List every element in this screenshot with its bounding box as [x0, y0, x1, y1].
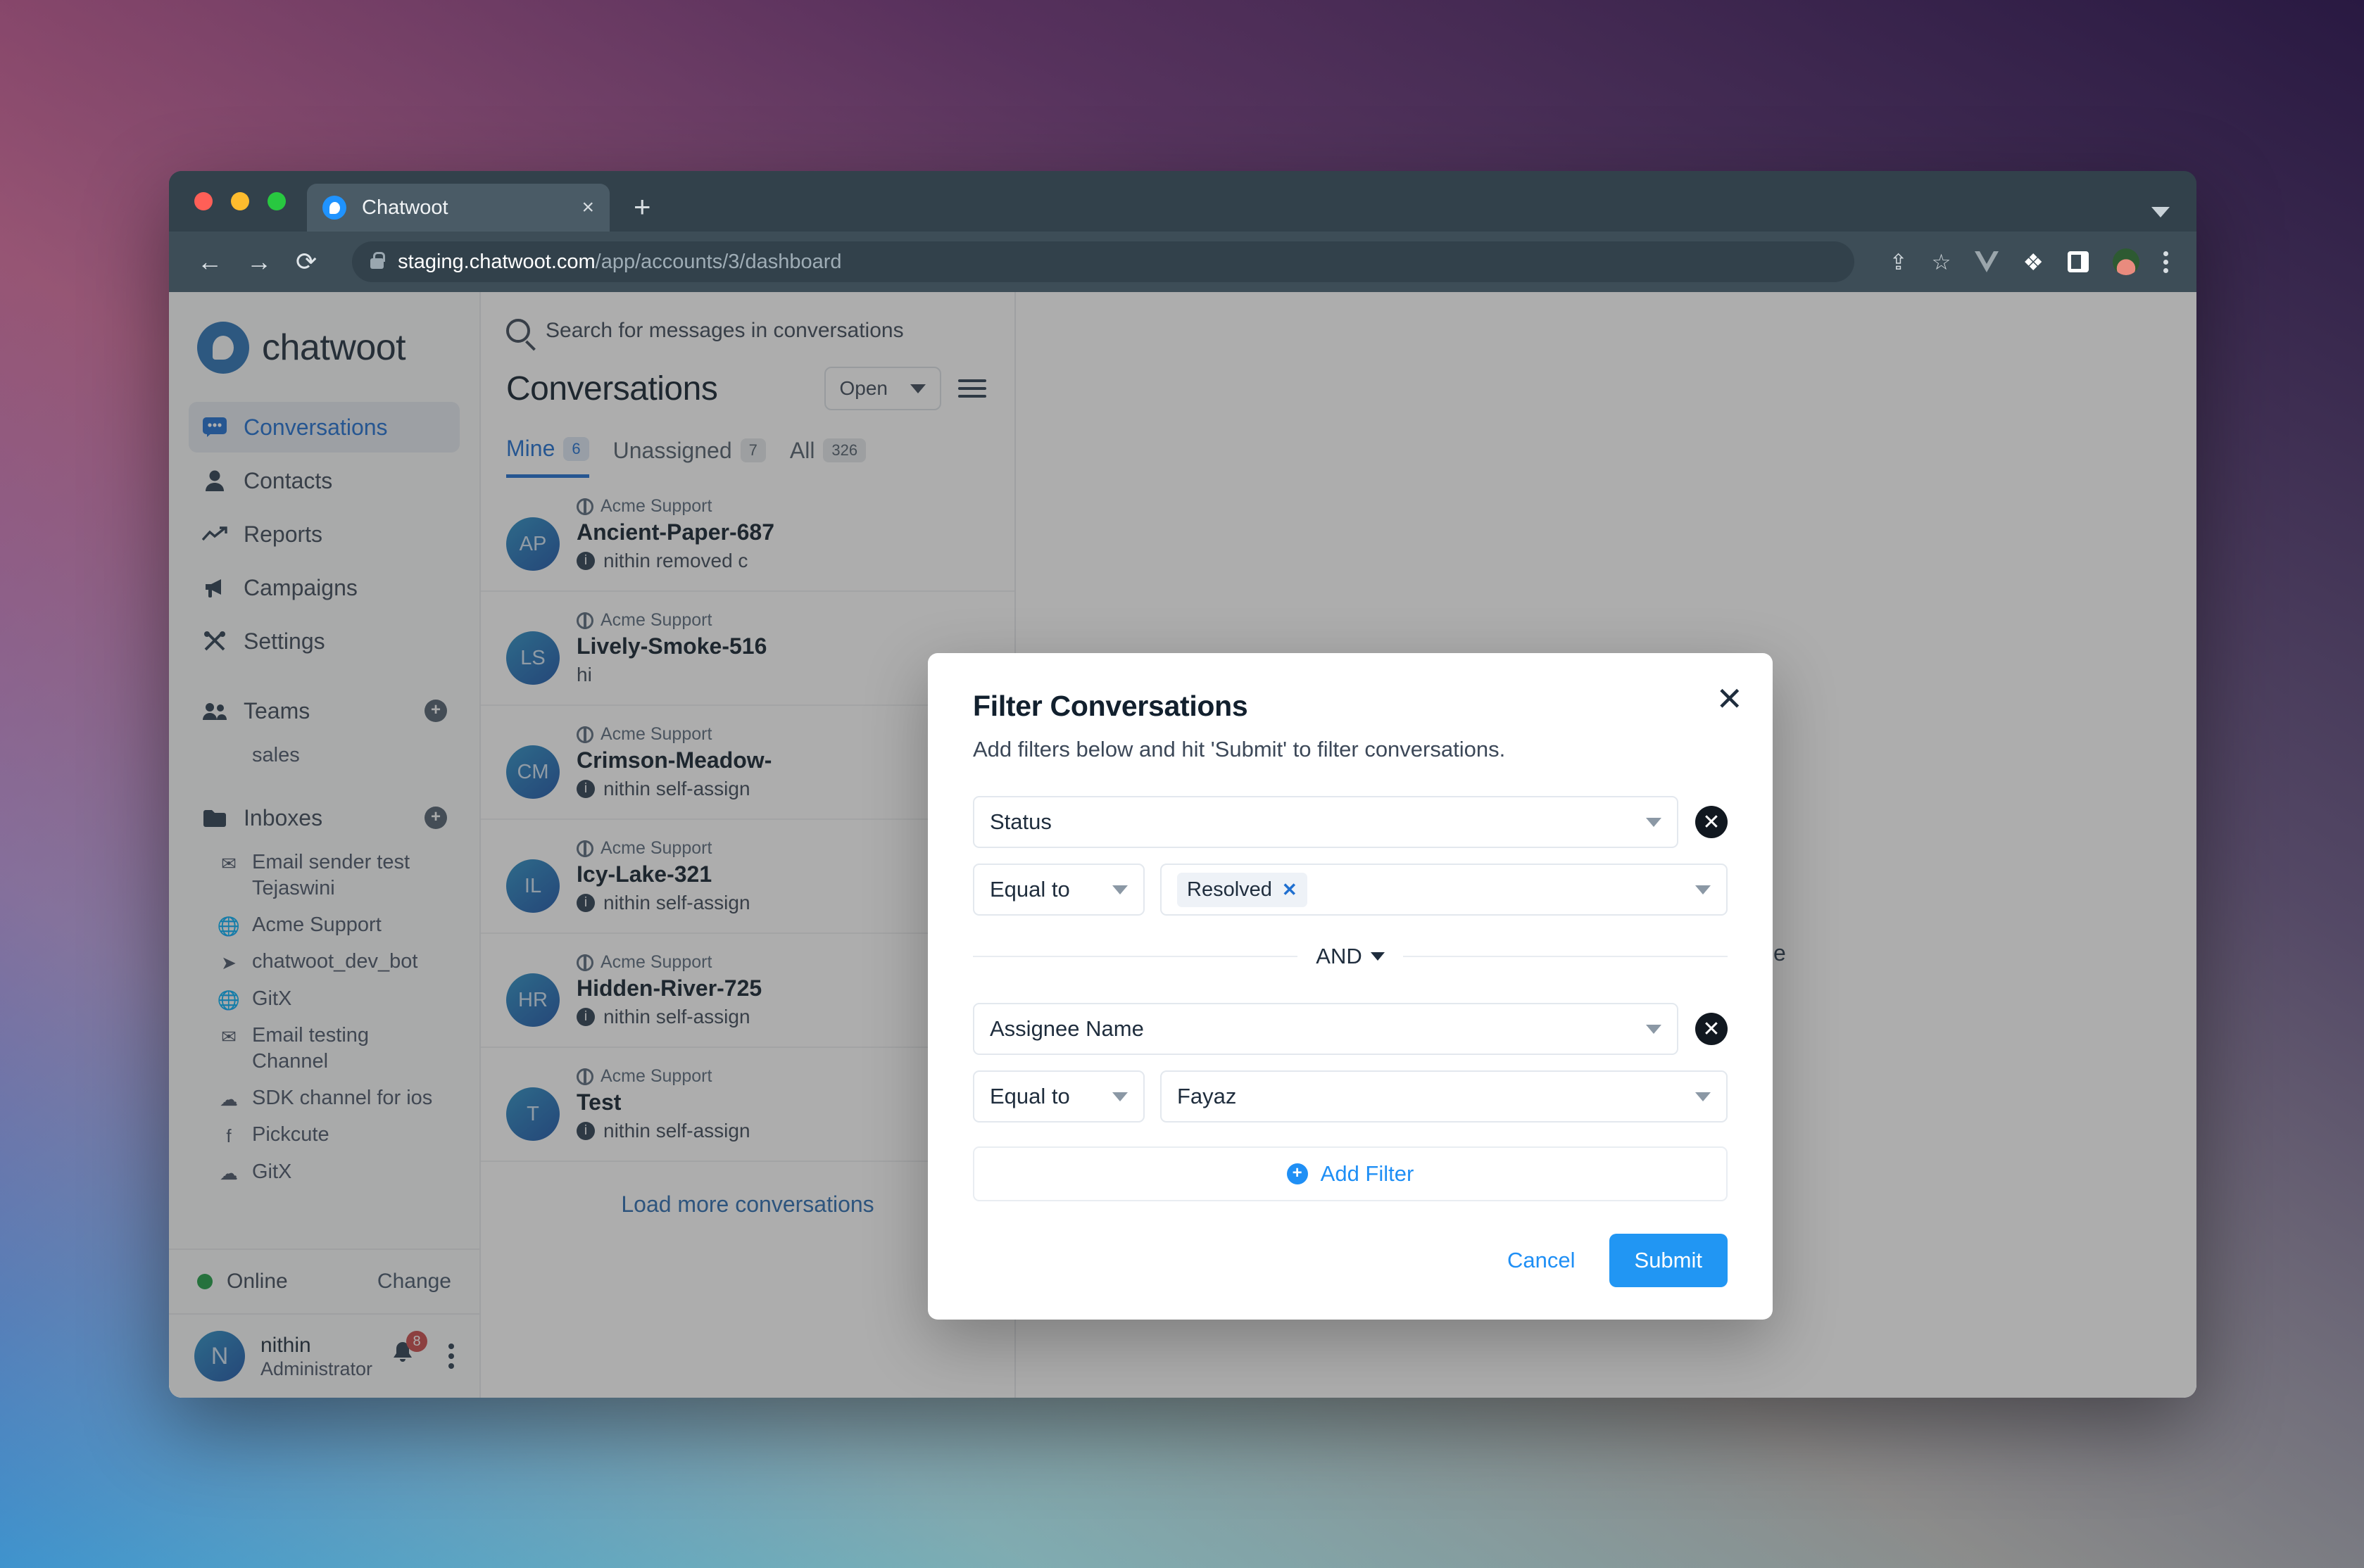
chevron-down-icon — [1695, 1092, 1711, 1101]
extensions-puzzle-icon[interactable]: ❖ — [2023, 248, 2044, 276]
filter-value-text: Fayaz — [1177, 1084, 1237, 1108]
chip-label: Resolved — [1187, 878, 1272, 901]
url-text: staging.chatwoot.com/app/accounts/3/dash… — [398, 251, 841, 274]
filter-value-chip: Resolved ✕ — [1177, 872, 1307, 907]
modal-actions: Cancel Submit — [973, 1234, 1728, 1287]
browser-window: Chatwoot × + ← → ⟳ staging.chatwoot.com/… — [169, 171, 2196, 1398]
close-icon[interactable]: ✕ — [1716, 683, 1743, 715]
add-filter-label: Add Filter — [1320, 1161, 1414, 1186]
filter-group-attribute-row: Status ✕ — [973, 796, 1728, 848]
lock-icon — [370, 252, 386, 269]
close-window-button[interactable] — [194, 192, 213, 210]
filter-value-multiselect[interactable]: Resolved ✕ — [1160, 864, 1728, 916]
maximize-window-button[interactable] — [268, 192, 286, 210]
bookmark-star-icon[interactable]: ☆ — [1932, 251, 1951, 273]
vue-devtools-icon[interactable] — [1975, 251, 1999, 272]
remove-filter-button[interactable]: ✕ — [1695, 806, 1728, 838]
conjunction-label: AND — [1316, 944, 1362, 968]
chevron-down-icon — [1112, 1092, 1128, 1101]
chatwoot-favicon — [322, 196, 346, 220]
filter-operator-value: Equal to — [990, 877, 1070, 902]
conjunction-select[interactable]: AND — [1316, 944, 1385, 969]
tab-title: Chatwoot — [362, 196, 448, 219]
filter-conjunction-row: AND — [973, 944, 1728, 969]
chip-remove-icon[interactable]: ✕ — [1282, 879, 1297, 901]
remove-filter-button[interactable]: ✕ — [1695, 1013, 1728, 1045]
filter-operator-select[interactable]: Equal to — [973, 1070, 1145, 1123]
submit-button[interactable]: Submit — [1609, 1234, 1728, 1287]
chevron-down-icon — [1112, 885, 1128, 894]
chevron-down-icon — [1646, 1024, 1661, 1034]
filter-attribute-select[interactable]: Status — [973, 796, 1678, 848]
modal-subtitle: Add filters below and hit 'Submit' to fi… — [973, 737, 1506, 761]
profile-avatar[interactable] — [2113, 248, 2139, 275]
filter-group-value-row: Equal to Resolved ✕ — [973, 864, 1728, 916]
plus-circle-icon: + — [1286, 1163, 1308, 1184]
filter-value-select[interactable]: Fayaz — [1160, 1070, 1728, 1123]
minimize-window-button[interactable] — [231, 192, 249, 210]
reload-icon[interactable]: ⟳ — [296, 249, 317, 274]
filter-attribute-value: Assignee Name — [990, 1016, 1144, 1041]
window-controls — [194, 171, 307, 232]
cancel-button[interactable]: Cancel — [1499, 1248, 1584, 1273]
modal-title: Filter Conversations — [973, 690, 1248, 722]
divider-right — [1402, 956, 1728, 957]
add-filter-button[interactable]: + Add Filter — [973, 1146, 1728, 1201]
filter-operator-select[interactable]: Equal to — [973, 864, 1145, 916]
chevron-down-icon — [1646, 817, 1661, 827]
browser-tab[interactable]: Chatwoot × — [307, 184, 610, 232]
browser-tabstrip: Chatwoot × + — [169, 171, 2196, 232]
url-path: /app/accounts/3/dashboard — [595, 250, 842, 273]
filter-group-attribute-row: Assignee Name ✕ — [973, 1003, 1728, 1055]
close-icon[interactable]: × — [581, 197, 594, 218]
chevron-down-icon — [1370, 952, 1385, 961]
divider-left — [973, 956, 1298, 957]
browser-menu-icon[interactable] — [2163, 251, 2168, 273]
browser-toolbar: ← → ⟳ staging.chatwoot.com/app/accounts/… — [169, 232, 2196, 292]
chevron-down-icon — [1695, 885, 1711, 894]
url-host: staging.chatwoot.com — [398, 250, 596, 273]
filter-conversations-modal: ✕ Filter Conversations Add filters below… — [928, 653, 1773, 1320]
tab-list-button[interactable] — [2151, 207, 2170, 217]
filter-operator-value: Equal to — [990, 1084, 1070, 1108]
filter-attribute-value: Status — [990, 809, 1052, 834]
forward-icon[interactable]: → — [246, 249, 272, 274]
share-icon[interactable]: ⇪ — [1890, 251, 1908, 273]
back-icon[interactable]: ← — [197, 249, 222, 274]
new-tab-button[interactable]: + — [634, 192, 651, 222]
address-bar[interactable]: staging.chatwoot.com/app/accounts/3/dash… — [352, 241, 1854, 282]
side-panel-icon[interactable] — [2068, 251, 2089, 272]
filter-attribute-select[interactable]: Assignee Name — [973, 1003, 1678, 1055]
filter-group-value-row: Equal to Fayaz — [973, 1070, 1728, 1123]
chevron-down-icon — [2151, 207, 2170, 217]
